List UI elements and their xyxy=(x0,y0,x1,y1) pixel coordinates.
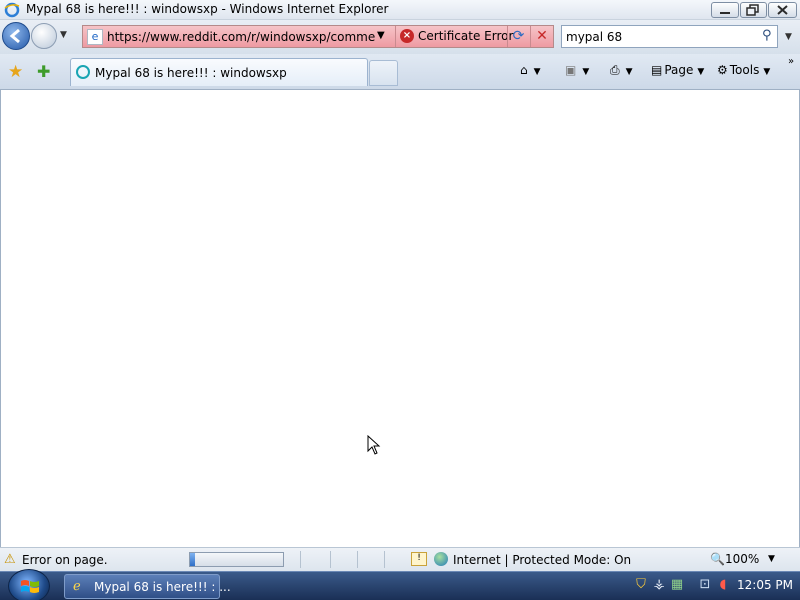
tools-dropdown-icon[interactable]: ▼ xyxy=(763,67,770,77)
feeds-dropdown-icon[interactable]: ▼ xyxy=(582,67,589,77)
progress-bar xyxy=(189,552,284,567)
new-tab-button[interactable] xyxy=(369,60,398,86)
defender-icon[interactable]: ▦ xyxy=(669,577,685,593)
volume-muted-icon[interactable]: ◖ xyxy=(715,577,731,593)
progress-fill xyxy=(190,553,195,566)
back-button[interactable] xyxy=(2,22,30,50)
feeds-button[interactable]: ▣ ▼ xyxy=(565,63,589,77)
mouse-cursor-icon xyxy=(367,435,381,455)
title-bar: Mypal 68 is here!!! : windowsxp - Window… xyxy=(0,0,800,20)
system-clock[interactable]: 12:05 PM xyxy=(737,578,793,592)
divider xyxy=(357,551,358,568)
search-options-dropdown-icon[interactable]: ▼ xyxy=(785,32,792,42)
favorites-star-icon[interactable]: ★ xyxy=(8,62,23,82)
certificate-error-icon: × xyxy=(400,29,414,43)
navigation-bar: ▼ e https://www.reddit.com/r/windowsxp/c… xyxy=(0,20,800,54)
divider xyxy=(300,551,301,568)
divider xyxy=(384,551,385,568)
windows-logo-icon xyxy=(21,580,39,593)
more-commands-icon[interactable]: » xyxy=(788,56,794,67)
stop-icon[interactable]: ✕ xyxy=(530,26,553,47)
maximize-button[interactable] xyxy=(740,2,767,18)
internet-explorer-icon xyxy=(4,2,20,18)
search-box[interactable]: ⚲ xyxy=(561,25,778,48)
page-menu[interactable]: ▤ Page ▼ xyxy=(651,63,704,77)
internet-zone-icon xyxy=(434,552,448,566)
taskbar-ie-button[interactable]: ℯ Mypal 68 is here!!! : ... xyxy=(64,574,231,599)
taskbar: ℯ Mypal 68 is here!!! : ... ⛉ ⚶ ▦ ⊡ ◖ 12… xyxy=(0,569,800,600)
feeds-icon: ▣ xyxy=(565,63,577,77)
page-icon-small: ▤ xyxy=(651,63,663,77)
search-icon[interactable]: ⚲ xyxy=(762,28,772,43)
status-bar: ⚠ Error on page. ! Internet | Protected … xyxy=(0,547,800,571)
zoom-dropdown-icon[interactable]: ▼ xyxy=(768,554,775,564)
network-status-icon[interactable]: ⊡ xyxy=(697,577,713,593)
print-button[interactable]: ⎙ ▼ xyxy=(610,63,633,78)
print-dropdown-icon[interactable]: ▼ xyxy=(626,67,633,77)
print-icon: ⎙ xyxy=(610,63,620,77)
tab-label: Mypal 68 is here!!! : windowsxp xyxy=(95,66,287,80)
certificate-error-button[interactable]: × Certificate Error xyxy=(395,26,513,47)
close-button[interactable] xyxy=(768,2,797,18)
popup-blocker-icon[interactable]: ! xyxy=(411,552,427,566)
tools-menu-label: Tools xyxy=(729,63,760,77)
page-menu-label: Page xyxy=(664,63,694,77)
status-text: Error on page. xyxy=(22,553,108,567)
internet-explorer-icon: ℯ xyxy=(73,579,81,594)
tab-bar: ★ ✚ Mypal 68 is here!!! : windowsxp ⌂ ▼ ▣… xyxy=(0,54,800,90)
page-icon: e xyxy=(87,29,103,45)
refresh-icon[interactable]: ⟳ xyxy=(507,26,529,47)
divider xyxy=(330,551,331,568)
home-icon: ⌂ xyxy=(520,63,528,77)
forward-button[interactable] xyxy=(31,23,57,49)
warning-icon[interactable]: ⚠ xyxy=(4,552,16,567)
home-button[interactable]: ⌂ ▼ xyxy=(520,63,541,77)
page-dropdown-icon[interactable]: ▼ xyxy=(697,67,704,77)
loading-icon xyxy=(76,65,90,79)
zoom-value: 100% xyxy=(724,552,760,566)
address-input[interactable]: https://www.reddit.com/r/windowsxp/comme… xyxy=(107,30,375,44)
address-dropdown-icon[interactable]: ▼ xyxy=(377,30,385,41)
search-input[interactable] xyxy=(566,29,756,45)
back-arrow-icon xyxy=(9,28,20,44)
network-icon[interactable]: ⚶ xyxy=(651,577,667,593)
security-zone-text[interactable]: Internet | Protected Mode: On xyxy=(453,553,631,567)
security-shield-icon[interactable]: ⛉ xyxy=(633,577,649,593)
tab-active[interactable]: Mypal 68 is here!!! : windowsxp xyxy=(70,58,368,86)
home-dropdown-icon[interactable]: ▼ xyxy=(534,67,541,77)
zoom-level[interactable]: 🔍100% xyxy=(710,552,759,566)
window-title: Mypal 68 is here!!! : windowsxp - Window… xyxy=(26,2,389,16)
gear-icon: ⚙ xyxy=(717,63,728,77)
taskbar-task-label: Mypal 68 is here!!! : ... xyxy=(94,580,231,594)
page-content[interactable] xyxy=(0,90,800,547)
add-favorites-icon[interactable]: ✚ xyxy=(37,62,50,81)
start-button[interactable] xyxy=(8,569,50,600)
certificate-error-label: Certificate Error xyxy=(418,29,514,43)
tools-menu[interactable]: ⚙ Tools ▼ xyxy=(717,63,770,77)
address-bar[interactable]: e https://www.reddit.com/r/windowsxp/com… xyxy=(82,25,554,48)
minimize-button[interactable] xyxy=(711,2,739,18)
recent-pages-dropdown-icon[interactable]: ▼ xyxy=(60,30,67,40)
